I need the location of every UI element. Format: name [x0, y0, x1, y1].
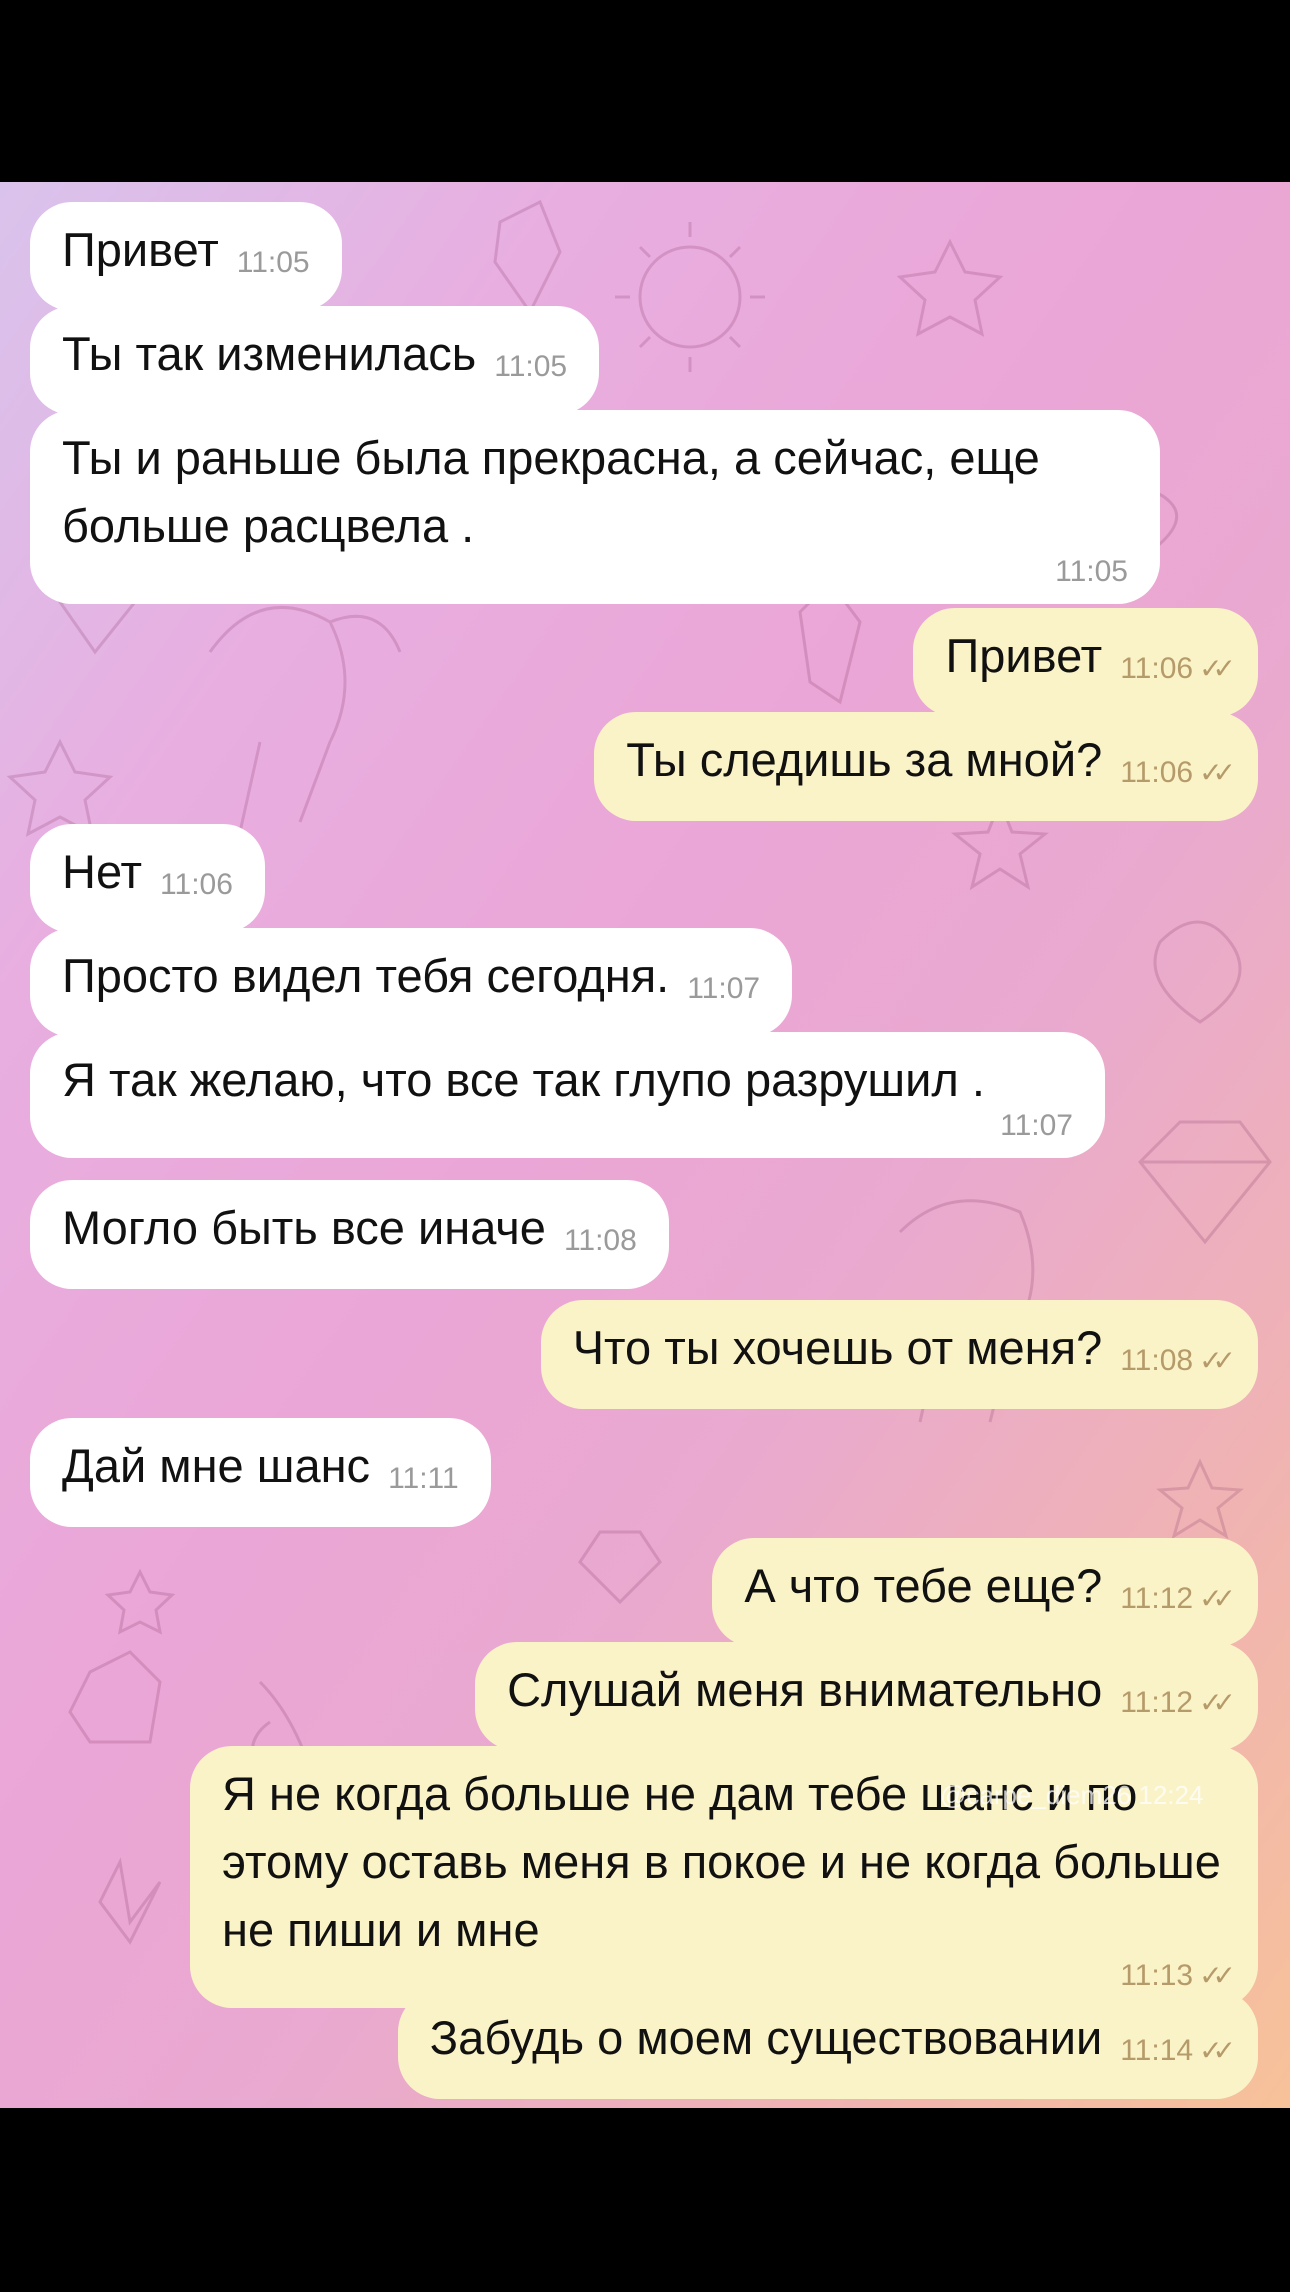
message-bubble-outgoing[interactable]: Привет 11:06 ✓✓ [913, 608, 1258, 717]
double-check-icon: ✓✓ [1199, 1345, 1236, 1376]
message-text: Что ты хочешь от меня? [572, 1321, 1103, 1374]
message-bubble-outgoing[interactable]: Слушай меня внимательно 11:12 ✓✓ [475, 1642, 1258, 1751]
double-check-icon: ✓✓ [1199, 2035, 1236, 2066]
message-text: Ты следишь за мной? [626, 733, 1103, 786]
double-check-icon: ✓✓ [1199, 653, 1236, 684]
message-time: 11:08 [1120, 1344, 1194, 1377]
message-bubble-outgoing[interactable]: Ты следишь за мной? 11:06 ✓✓ [594, 712, 1258, 821]
message-time-status: 11:13 ✓✓ [222, 1958, 1236, 1994]
message-time-status: 11:14 ✓✓ [1120, 2017, 1236, 2085]
message-time: 11:11 [388, 1462, 459, 1495]
watermark: @carpe_diem26 12:24 [940, 1780, 1204, 1810]
message-text: Ты так изменилась [62, 327, 477, 380]
double-check-icon: ✓✓ [1199, 1687, 1236, 1718]
message-bubble-outgoing[interactable]: Забудь о моем существовании 11:14 ✓✓ [397, 1990, 1258, 2099]
message-time: 11:05 [1055, 555, 1128, 588]
message-time: 11:05 [236, 246, 310, 279]
message-time: 11:06 [160, 868, 233, 901]
message-bubble-outgoing[interactable]: А что тебе еще? 11:12 ✓✓ [712, 1538, 1258, 1647]
message-bubble-incoming[interactable]: Привет 11:05 [30, 202, 342, 311]
message-time-status: 11:12 ✓✓ [1120, 1669, 1236, 1737]
double-check-icon: ✓✓ [1199, 1583, 1236, 1614]
message-time: 11:12 [1120, 1686, 1194, 1719]
message-text: Забудь о моем существовании [429, 2011, 1103, 2064]
message-time: 11:14 [1120, 2034, 1194, 2067]
message-text: Я так желаю, что все так глупо разрушил … [62, 1053, 985, 1106]
message-time-status: 11:06 ✓✓ [1120, 739, 1236, 807]
message-text: А что тебе еще? [744, 1559, 1103, 1612]
message-text: Ты и раньше была прекрасна, а сейчас, ещ… [62, 431, 1053, 552]
message-time: 11:07 [1000, 1109, 1073, 1142]
message-text: Могло быть все иначе [62, 1201, 546, 1254]
chat-message-list[interactable]: Привет 11:05 Ты так изменилась 11:05 Ты и … [0, 182, 1290, 2108]
double-check-icon: ✓✓ [1199, 1960, 1236, 1991]
top-black-bar [0, 0, 1290, 182]
message-time: 11:12 [1120, 1582, 1194, 1615]
message-time-status: 11:06 ✓✓ [1120, 635, 1236, 703]
message-bubble-incoming[interactable]: Могло быть все иначе 11:08 [30, 1180, 669, 1289]
message-bubble-incoming[interactable]: Я так желаю, что все так глупо разрушил … [30, 1032, 1105, 1158]
message-text: Нет [62, 845, 143, 898]
message-time-status: 11:12 ✓✓ [1120, 1565, 1236, 1633]
bottom-black-bar [0, 2108, 1290, 2292]
message-bubble-incoming[interactable]: Ты и раньше была прекрасна, а сейчас, ещ… [30, 410, 1160, 604]
message-time: 11:06 [1120, 652, 1194, 685]
message-text: Просто видел тебя сегодня. [62, 949, 670, 1002]
message-bubble-incoming[interactable]: Ты так изменилась 11:05 [30, 306, 600, 415]
double-check-icon: ✓✓ [1199, 757, 1236, 788]
message-bubble-incoming[interactable]: Нет 11:06 [30, 824, 265, 933]
message-text: Привет [62, 223, 219, 276]
message-text: Слушай меня внимательно [507, 1663, 1103, 1716]
message-text: Дай мне шанс [62, 1439, 371, 1492]
message-time: 11:07 [687, 972, 761, 1005]
message-time: 11:08 [563, 1224, 637, 1257]
message-time: 11:05 [494, 350, 568, 383]
message-bubble-incoming[interactable]: Просто видел тебя сегодня. 11:07 [30, 928, 793, 1037]
message-time: 11:13 [1120, 1959, 1194, 1992]
message-time-status: 11:08 ✓✓ [1120, 1327, 1236, 1395]
message-bubble-incoming[interactable]: Дай мне шанс 11:11 [30, 1418, 491, 1527]
message-bubble-outgoing[interactable]: Что ты хочешь от меня? 11:08 ✓✓ [540, 1300, 1258, 1409]
message-text: Привет [945, 629, 1103, 682]
message-time: 11:06 [1120, 756, 1194, 789]
